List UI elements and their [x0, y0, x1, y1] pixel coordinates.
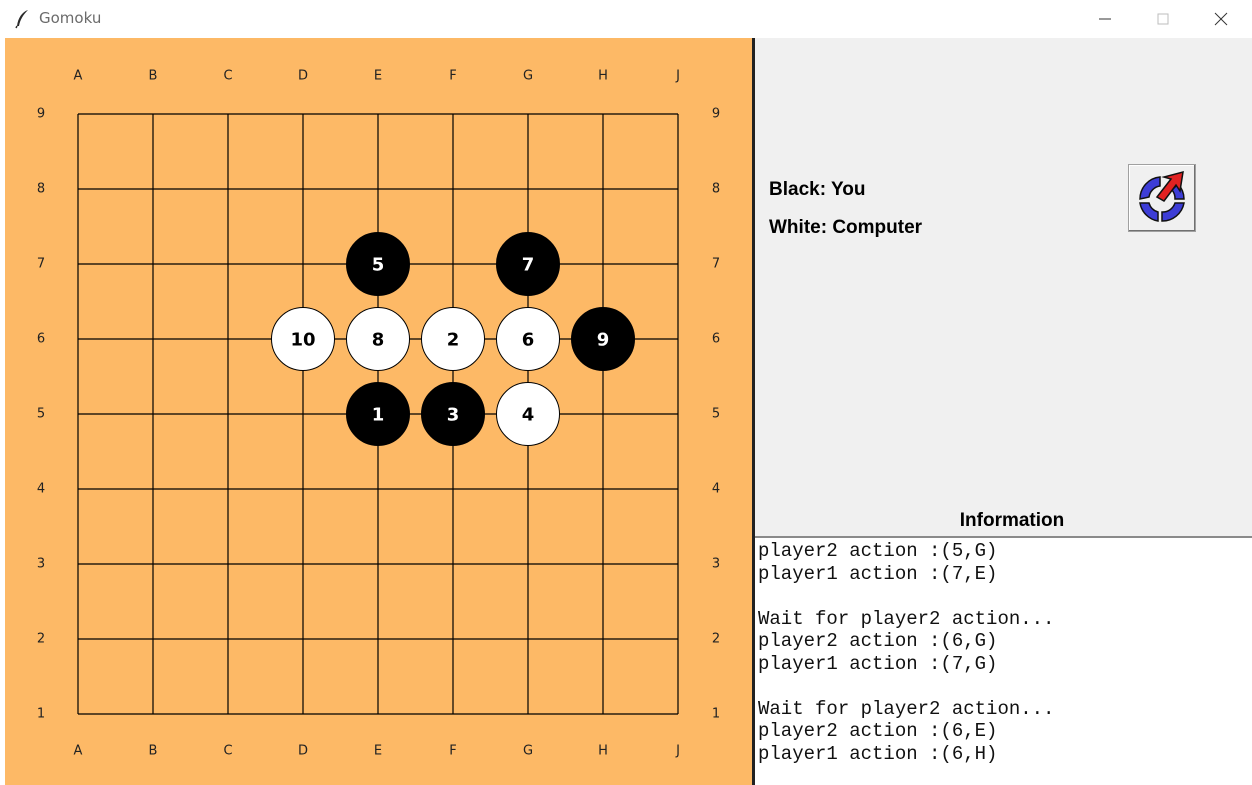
row-label-left: 4: [37, 482, 45, 497]
column-label-top: F: [449, 69, 456, 84]
column-label-bottom: G: [523, 744, 533, 759]
log-line: player1 action :(6,H): [758, 742, 998, 765]
row-label-right: 7: [712, 257, 720, 272]
maximize-icon: [1157, 13, 1169, 25]
row-label-right: 9: [712, 107, 720, 122]
board-canvas[interactable]: A A B B C C D D E E F F G G H H J J 9 9 8 8 7 7 6 6 5 5 4 4 3 3 2 2 1 1 1 2 3 4…: [5, 38, 752, 785]
game-board[interactable]: A A B B C C D D E E F F G G H H J J 9 9 8 8 7 7 6 6 5 5 4 4 3 3 2 2 1 1 1 2 3 4…: [5, 38, 752, 785]
row-label-right: 5: [712, 407, 720, 422]
row-label-left: 3: [37, 557, 45, 572]
column-label-bottom: F: [449, 744, 456, 759]
column-label-top: E: [374, 69, 382, 84]
stone-move-number: 7: [522, 255, 535, 276]
column-label-top: J: [675, 69, 680, 84]
stone-move-number: 6: [522, 330, 535, 351]
stone-move-number: 5: [372, 255, 385, 276]
column-label-top: B: [149, 69, 158, 84]
column-label-top: C: [223, 69, 232, 84]
row-label-left: 5: [37, 407, 45, 422]
window-title: Gomoku: [39, 9, 102, 27]
log-line: player2 action :(6,E): [758, 720, 998, 742]
row-label-left: 7: [37, 257, 45, 272]
row-label-right: 1: [712, 707, 720, 722]
row-label-right: 3: [712, 557, 720, 572]
minimize-icon: [1099, 18, 1111, 20]
column-label-top: G: [523, 69, 533, 84]
stone-move-number: 3: [447, 405, 460, 426]
row-label-right: 2: [712, 632, 720, 647]
column-label-top: A: [74, 69, 83, 84]
row-label-right: 4: [712, 482, 720, 497]
row-label-left: 8: [37, 182, 45, 197]
black-player-label: Black: You: [769, 179, 866, 200]
close-icon: [1214, 12, 1228, 26]
stone-move-number: 2: [447, 330, 460, 351]
log-line: Wait for player2 action...: [758, 697, 1055, 720]
row-label-left: 6: [37, 332, 45, 347]
log-line: Wait for player2 action...: [758, 607, 1055, 630]
minimize-button[interactable]: [1076, 0, 1134, 38]
stone-move-number: 8: [372, 330, 385, 351]
stone-move-number: 10: [290, 330, 315, 351]
stone-move-number: 1: [372, 405, 385, 426]
log-line: player2 action :(5,G): [758, 540, 998, 562]
information-log[interactable]: player2 action :(5,G) player1 action :(7,…: [758, 540, 1248, 785]
maximize-button[interactable]: [1134, 0, 1192, 38]
information-separator: [755, 536, 1252, 538]
stone-move-number: 4: [522, 405, 535, 426]
column-label-bottom: B: [149, 744, 158, 759]
information-title: Information: [959, 510, 1065, 531]
title-bar: Gomoku: [0, 0, 1252, 38]
log-line: player1 action :(7,E): [758, 562, 998, 585]
row-label-left: 1: [37, 707, 45, 722]
column-label-bottom: J: [675, 744, 680, 759]
row-label-right: 8: [712, 182, 720, 197]
column-label-top: D: [298, 69, 308, 84]
log-line: player2 action :(6,G): [758, 630, 998, 652]
row-label-left: 2: [37, 632, 45, 647]
feather-icon: [15, 10, 28, 29]
log-line: player1 action :(7,G): [758, 652, 998, 675]
side-panel: Black: You White: Computer Information: [755, 38, 1252, 536]
column-label-bottom: E: [374, 744, 382, 759]
column-label-bottom: D: [298, 744, 308, 759]
restart-button[interactable]: [1128, 164, 1196, 232]
close-button[interactable]: [1192, 0, 1250, 38]
column-label-bottom: H: [598, 744, 608, 759]
stone-move-number: 9: [597, 330, 610, 351]
row-label-right: 6: [712, 332, 720, 347]
white-player-label: White: Computer: [769, 217, 923, 238]
row-label-left: 9: [37, 107, 45, 122]
column-label-bottom: C: [223, 744, 232, 759]
column-label-top: H: [598, 69, 608, 84]
column-label-bottom: A: [74, 744, 83, 759]
restart-icon: [1139, 170, 1185, 222]
